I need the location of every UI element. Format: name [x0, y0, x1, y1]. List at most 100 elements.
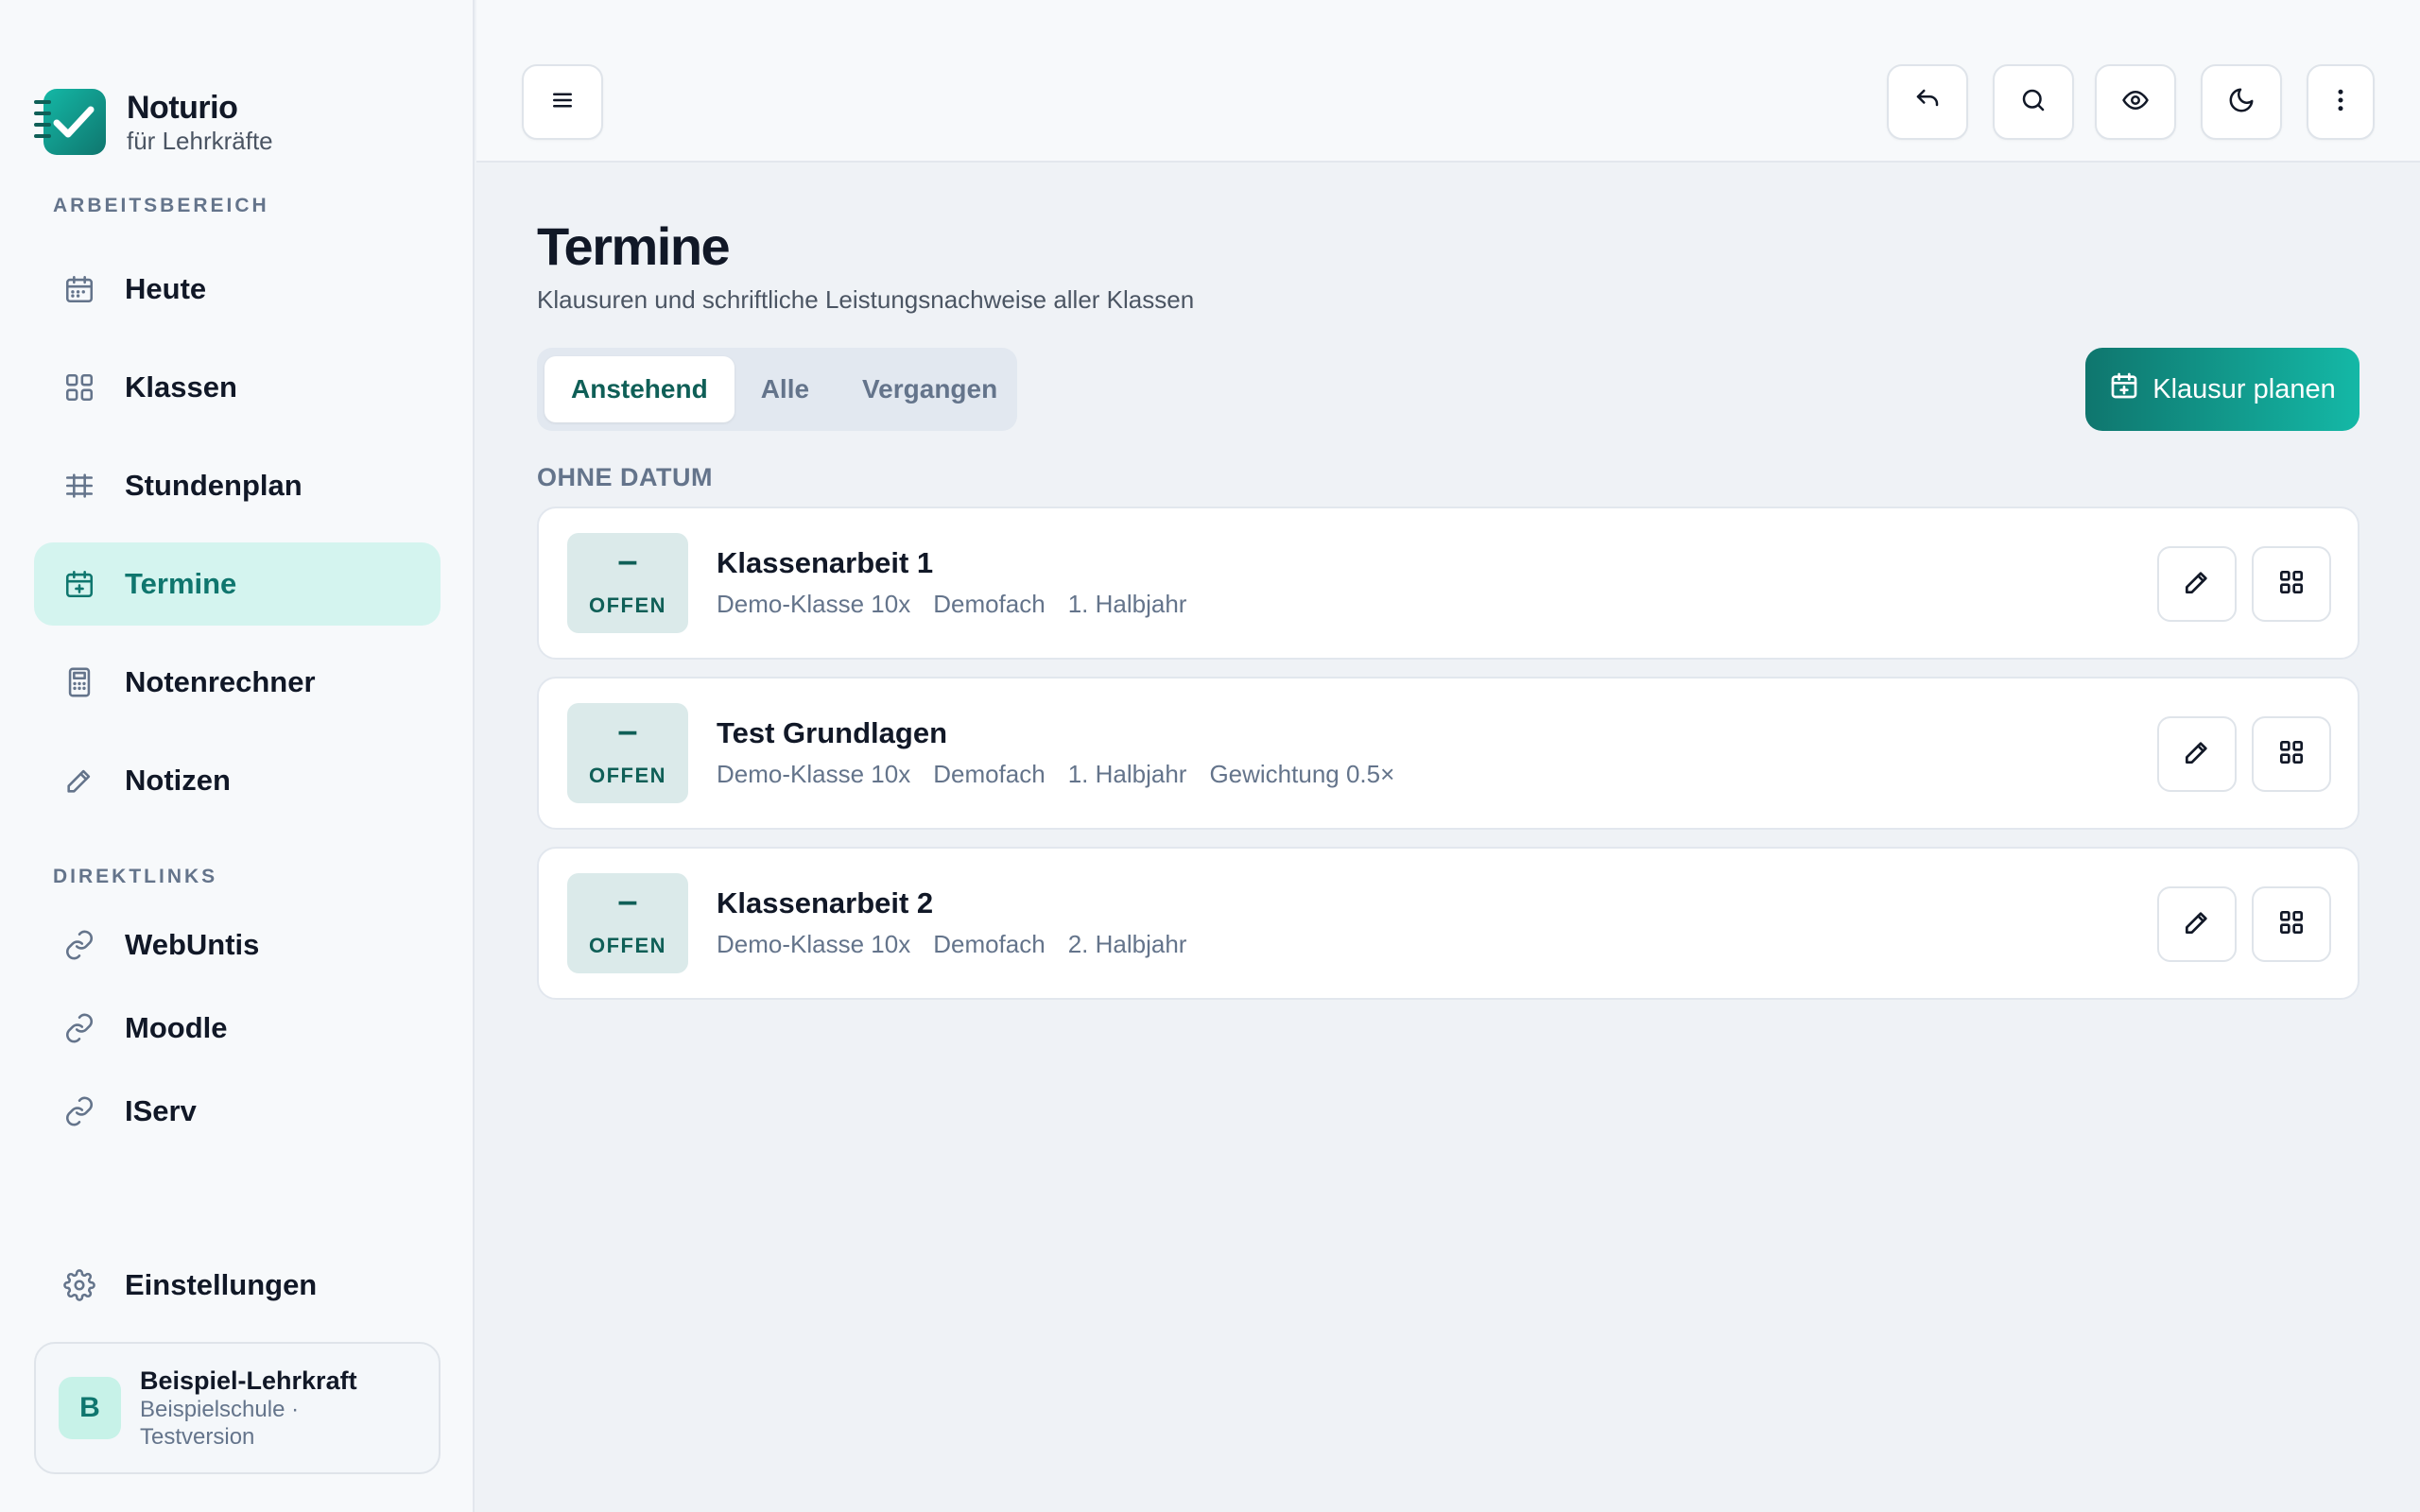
- sidebar-item-label: Heute: [125, 272, 207, 305]
- pencil-icon: [62, 764, 96, 798]
- sidebar-item-label: Termine: [125, 567, 237, 600]
- exam-card[interactable]: – OFFEN Klassenarbeit 2 Demo-Klasse 10x …: [537, 847, 2360, 1000]
- pencil-icon: [2182, 567, 2212, 602]
- tab-alle[interactable]: Alle: [735, 356, 836, 422]
- calendar-plus-icon: [2109, 370, 2152, 408]
- status-badge: – OFFEN: [567, 533, 688, 633]
- exam-class: Demo-Klasse 10x: [717, 930, 911, 958]
- app-logo: [34, 87, 108, 157]
- edit-button[interactable]: [2157, 716, 2237, 792]
- brand-subtitle: für Lehrkräfte: [127, 127, 273, 155]
- tab-anstehend[interactable]: Anstehend: [544, 356, 735, 422]
- exam-title: Klassenarbeit 1: [717, 546, 934, 579]
- exam-card[interactable]: – OFFEN Test Grundlagen Demo-Klasse 10x …: [537, 677, 2360, 830]
- menu-button[interactable]: [522, 64, 603, 140]
- sidebar-item-klassen[interactable]: Klassen: [34, 346, 441, 429]
- exam-class: Demo-Klasse 10x: [717, 760, 911, 788]
- sidebar-link-label: IServ: [125, 1094, 197, 1127]
- plan-exam-button[interactable]: Klausur planen: [2085, 348, 2360, 431]
- menu-icon: [548, 86, 577, 119]
- calendar-icon: [62, 272, 96, 306]
- sidebar-link-label: WebUntis: [125, 928, 260, 961]
- exam-term: 2. Halbjahr: [1067, 930, 1187, 958]
- exam-subject: Demofach: [933, 930, 1046, 958]
- calculator-icon: [62, 665, 96, 699]
- user-name: Beispiel-Lehrkraft: [140, 1366, 357, 1395]
- sidebar-link-moodle[interactable]: Moodle: [34, 987, 441, 1070]
- status-badge: – OFFEN: [567, 703, 688, 803]
- eye-icon: [2121, 86, 2150, 119]
- sidebar-item-notizen[interactable]: Notizen: [34, 739, 441, 822]
- grid-icon: [2276, 567, 2307, 602]
- exam-subject: Demofach: [933, 760, 1046, 788]
- user-card[interactable]: B Beispiel-Lehrkraft Beispielschule · Te…: [34, 1342, 441, 1474]
- sidebar: Noturio für Lehrkräfte ARBEITSBEREICH He…: [0, 0, 475, 1512]
- exam-weight: Gewichtung 0.5×: [1209, 760, 1395, 788]
- more-vertical-icon: [2326, 86, 2355, 119]
- status-symbol: –: [617, 541, 638, 581]
- search-button[interactable]: [1993, 64, 2074, 140]
- exam-meta: Demo-Klasse 10x Demofach 2. Halbjahr: [717, 930, 1209, 959]
- brand-name: Noturio: [127, 90, 238, 126]
- moon-icon: [2227, 86, 2256, 119]
- sidebar-item-einstellungen[interactable]: Einstellungen: [34, 1244, 441, 1327]
- exam-term: 1. Halbjahr: [1067, 590, 1187, 618]
- group-label: OHNE DATUM: [537, 463, 713, 491]
- edit-button[interactable]: [2157, 546, 2237, 622]
- filter-tabs: Anstehend Alle Vergangen: [537, 348, 1017, 431]
- pencil-icon: [2182, 907, 2212, 942]
- open-grid-button[interactable]: [2252, 546, 2331, 622]
- timetable-icon: [62, 469, 96, 503]
- page-subtitle: Klausuren und schriftliche Leistungsnach…: [537, 285, 1195, 314]
- sidebar-item-label: Notizen: [125, 764, 231, 797]
- open-grid-button[interactable]: [2252, 886, 2331, 962]
- status-badge: – OFFEN: [567, 873, 688, 973]
- undo-icon: [1913, 86, 1942, 119]
- undo-button[interactable]: [1887, 64, 1968, 140]
- link-icon: [62, 928, 96, 962]
- link-icon: [62, 1094, 96, 1128]
- grid-icon: [62, 370, 96, 404]
- open-grid-button[interactable]: [2252, 716, 2331, 792]
- dark-mode-button[interactable]: [2201, 64, 2282, 140]
- exam-title: Klassenarbeit 2: [717, 886, 934, 919]
- exam-term: 1. Halbjahr: [1067, 760, 1187, 788]
- exam-subject: Demofach: [933, 590, 1046, 618]
- calendar-plus-icon: [62, 567, 96, 601]
- exam-card[interactable]: – OFFEN Klassenarbeit 1 Demo-Klasse 10x …: [537, 507, 2360, 660]
- user-school: Beispielschule · Testversion: [140, 1397, 300, 1450]
- grid-icon: [2276, 737, 2307, 772]
- section-label-direktlinks: DIREKTLINKS: [53, 866, 218, 887]
- preview-button[interactable]: [2095, 64, 2176, 140]
- page-title: Termine: [537, 216, 731, 276]
- sidebar-item-stundenplan[interactable]: Stundenplan: [34, 444, 441, 527]
- sidebar-item-notenrechner[interactable]: Notenrechner: [34, 641, 441, 724]
- sidebar-item-label: Notenrechner: [125, 665, 316, 698]
- sidebar-link-webuntis[interactable]: WebUntis: [34, 903, 441, 987]
- sidebar-item-label: Einstellungen: [125, 1268, 318, 1301]
- exam-title: Test Grundlagen: [717, 716, 948, 749]
- sidebar-item-label: Stundenplan: [125, 469, 302, 502]
- sidebar-link-iserv[interactable]: IServ: [34, 1070, 441, 1153]
- sidebar-item-heute[interactable]: Heute: [34, 248, 441, 331]
- avatar: B: [59, 1377, 121, 1439]
- status-symbol: –: [617, 712, 638, 751]
- exam-meta: Demo-Klasse 10x Demofach 1. Halbjahr Gew…: [717, 760, 1417, 789]
- status-text: OFFEN: [588, 593, 667, 617]
- brand[interactable]: Noturio für Lehrkräfte: [34, 87, 273, 157]
- plan-exam-label: Klausur planen: [2152, 373, 2336, 404]
- grid-icon: [2276, 907, 2307, 942]
- sidebar-link-label: Moodle: [125, 1011, 228, 1044]
- sidebar-item-termine[interactable]: Termine: [34, 542, 441, 626]
- gear-icon: [62, 1268, 96, 1302]
- pencil-icon: [2182, 737, 2212, 772]
- status-symbol: –: [617, 882, 638, 921]
- more-button[interactable]: [2307, 64, 2375, 140]
- edit-button[interactable]: [2157, 886, 2237, 962]
- tab-vergangen[interactable]: Vergangen: [836, 356, 1024, 422]
- search-icon: [2019, 86, 2048, 119]
- exam-class: Demo-Klasse 10x: [717, 590, 911, 618]
- sidebar-item-label: Klassen: [125, 370, 237, 404]
- status-text: OFFEN: [588, 934, 667, 957]
- exam-meta: Demo-Klasse 10x Demofach 1. Halbjahr: [717, 590, 1209, 619]
